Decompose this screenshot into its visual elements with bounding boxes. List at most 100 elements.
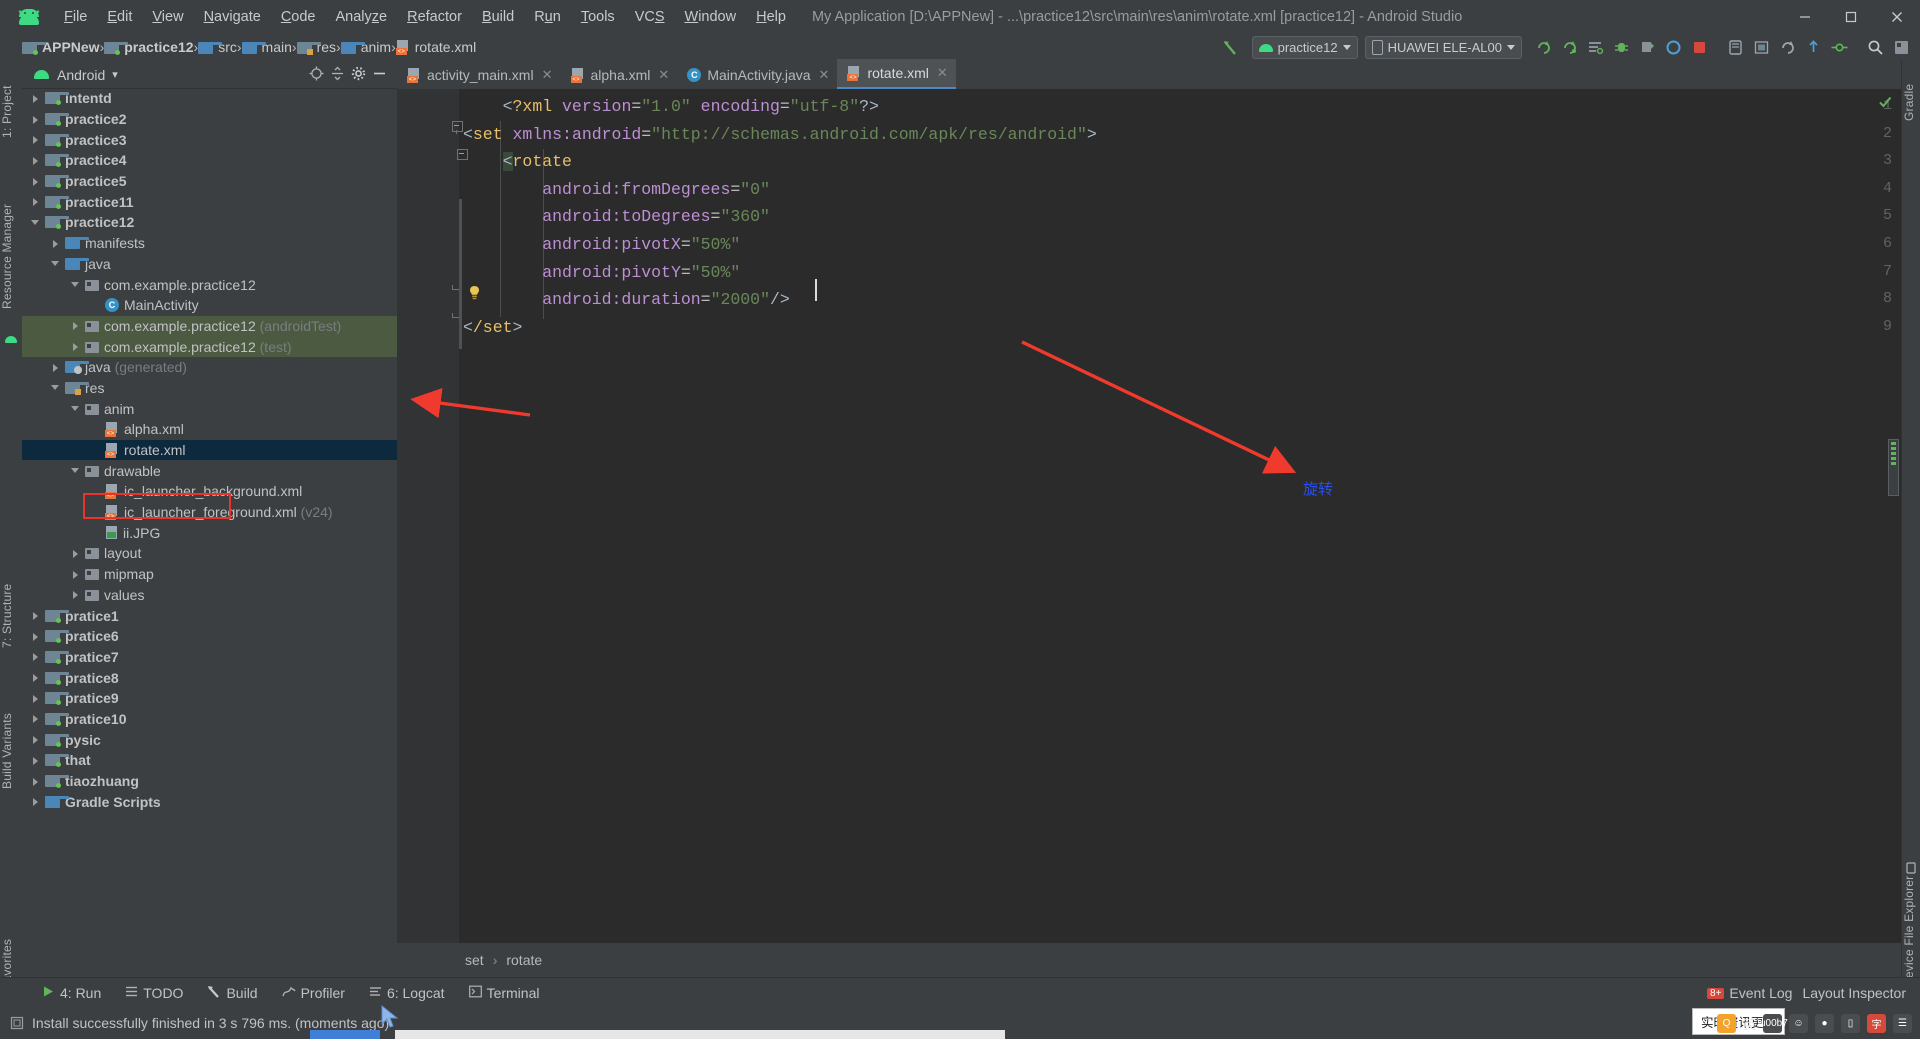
code-line-4[interactable]: android:fromDegrees="0" <box>459 176 1902 204</box>
rerun-icon[interactable] <box>1774 34 1800 60</box>
update-project-icon[interactable] <box>1800 34 1826 60</box>
tree-node-java[interactable]: java <box>22 254 397 275</box>
tree-node-gradle-scripts[interactable]: Gradle Scripts <box>22 791 397 812</box>
taskbar-active-window-indicator[interactable] <box>310 1030 380 1039</box>
tree-node-res[interactable]: res <box>22 378 397 399</box>
chevron-right-icon[interactable] <box>30 134 41 145</box>
bottom-item-todo[interactable]: TODO <box>113 985 195 1001</box>
tree-node-pratice6[interactable]: pratice6 <box>22 626 397 647</box>
chevron-right-icon[interactable] <box>30 796 41 807</box>
tree-node-mipmap[interactable]: mipmap <box>22 564 397 585</box>
editor-tab-activity-main-xml[interactable]: <> activity_main.xml ✕ <box>397 61 561 89</box>
chevron-down-icon[interactable] <box>1507 44 1515 50</box>
stop-icon[interactable] <box>1686 34 1712 60</box>
tree-node-ic-launcher-foreground-xml[interactable]: <> ic_launcher_foreground.xml (v24) <box>22 502 397 523</box>
tree-node-ii-jpg[interactable]: ii.JPG <box>22 522 397 543</box>
maximize-button[interactable] <box>1828 0 1874 33</box>
code-lines[interactable]: <?xml version="1.0" encoding="utf-8"?> <s… <box>459 89 1902 943</box>
tree-node-that[interactable]: that <box>22 750 397 771</box>
code-line-7[interactable]: android:pivotY="50%" <box>459 259 1902 287</box>
tree-node-alpha-xml[interactable]: <> alpha.xml <box>22 419 397 440</box>
menu-item-code[interactable]: Code <box>271 7 326 27</box>
bottom-item-build[interactable]: Build <box>195 985 269 1002</box>
code-line-3[interactable]: <rotate <box>459 148 1902 176</box>
chevron-down-icon[interactable] <box>70 279 81 290</box>
breadcrumb-item-src[interactable]: src <box>198 39 237 55</box>
tree-node-pratice8[interactable]: pratice8 <box>22 667 397 688</box>
bottom-item-profiler[interactable]: Profiler <box>270 985 357 1002</box>
tree-node-mainactivity[interactable]: C MainActivity <box>22 295 397 316</box>
chevron-right-icon[interactable] <box>50 238 61 249</box>
breadcrumb-set[interactable]: set <box>465 952 484 968</box>
chevron-right-icon[interactable] <box>30 93 41 104</box>
run-configuration-selector[interactable]: practice12 <box>1251 35 1358 59</box>
translate-icon[interactable]: 字 <box>1867 1013 1886 1033</box>
layout-inspector-icon[interactable] <box>1748 34 1774 60</box>
tree-node-pysic[interactable]: pysic <box>22 729 397 750</box>
sdk-manager-icon[interactable] <box>1608 34 1634 60</box>
more-tray-icon[interactable]: ☰ <box>1893 1013 1912 1033</box>
menu-item-run[interactable]: Run <box>524 7 571 27</box>
sync-gradle-icon[interactable] <box>1556 34 1582 60</box>
system-tray[interactable]: Q 英 \u00b7 ☺ ● ▯ 字 ☰ <box>1716 1007 1920 1039</box>
bottom-item-logcat[interactable]: 6: Logcat <box>357 985 457 1001</box>
breadcrumb-item-practice12[interactable]: practice12 <box>104 39 194 55</box>
chevron-right-icon[interactable] <box>70 341 81 352</box>
editor-minimap-thumb[interactable] <box>1888 439 1899 496</box>
tree-node-com-example-practice12[interactable]: com.example.practice12 <box>22 274 397 295</box>
menu-item-file[interactable]: File <box>54 7 97 27</box>
menu-item-navigate[interactable]: Navigate <box>194 7 271 27</box>
code-line-2[interactable]: <set xmlns:android="http://schemas.andro… <box>459 121 1902 149</box>
window-controls[interactable] <box>1782 0 1920 33</box>
editor-tab-alpha-xml[interactable]: <> alpha.xml ✕ <box>560 61 678 89</box>
chevron-right-icon[interactable] <box>30 631 41 642</box>
chevron-right-icon[interactable] <box>70 548 81 559</box>
breadcrumb-rotate[interactable]: rotate <box>506 952 542 968</box>
breadcrumb-item-anim[interactable]: anim <box>340 39 391 55</box>
right-tool-window-strip[interactable]: Gradle Device File Explorer <box>1901 61 1920 987</box>
search-everywhere-icon[interactable] <box>1862 34 1888 60</box>
editor-tab-rotate-xml[interactable]: <> rotate.xml ✕ <box>837 59 956 89</box>
chevron-down-icon[interactable] <box>70 403 81 414</box>
chevron-right-icon[interactable] <box>30 155 41 166</box>
close-icon[interactable]: ✕ <box>937 65 948 81</box>
strip-item-structure[interactable]: 7: Structure <box>0 561 22 671</box>
tree-node-layout[interactable]: layout <box>22 543 397 564</box>
chevron-down-icon[interactable] <box>50 258 61 269</box>
qq-icon[interactable]: Q <box>1716 1013 1736 1033</box>
close-icon[interactable]: ✕ <box>819 67 830 83</box>
minimize-button[interactable] <box>1782 0 1828 33</box>
strip-item-build-variants[interactable]: Build Variants <box>0 691 22 811</box>
gear-icon[interactable] <box>351 66 366 84</box>
chevron-right-icon[interactable] <box>30 776 41 787</box>
ime-settings-icon[interactable]: \u00b7 <box>1757 1013 1788 1033</box>
chevron-right-icon[interactable] <box>30 176 41 187</box>
menu-item-refactor[interactable]: Refactor <box>397 7 472 27</box>
chevron-right-icon[interactable] <box>50 362 61 373</box>
chevron-down-icon[interactable] <box>30 217 41 228</box>
code-line-1[interactable]: <?xml version="1.0" encoding="utf-8"?> <box>459 93 1902 121</box>
breadcrumb-item-rotate-xml[interactable]: <> rotate.xml <box>395 39 476 55</box>
commit-icon[interactable] <box>1826 34 1852 60</box>
menu-item-tools[interactable]: Tools <box>571 7 625 27</box>
breadcrumb-item-appnew[interactable]: APPNew <box>22 39 100 55</box>
close-icon[interactable]: ✕ <box>542 67 553 83</box>
keyboard-icon[interactable]: ▯ <box>1841 1013 1860 1033</box>
chevron-right-icon[interactable] <box>70 569 81 580</box>
main-toolbar[interactable]: practice12 HUAWEI ELE-AL00 <box>1218 33 1920 61</box>
chevron-down-icon[interactable] <box>50 382 61 393</box>
tree-node-anim[interactable]: anim <box>22 398 397 419</box>
mic-icon[interactable]: ● <box>1815 1013 1834 1033</box>
bottom-item-run[interactable]: 4: Run <box>30 985 113 1001</box>
tree-node-tiaozhuang[interactable]: tiaozhuang <box>22 771 397 792</box>
tree-node-practice3[interactable]: practice3 <box>22 129 397 150</box>
avd-manager-icon[interactable] <box>1582 34 1608 60</box>
tree-node-pratice1[interactable]: pratice1 <box>22 605 397 626</box>
tree-node-values[interactable]: values <box>22 585 397 606</box>
tree-node-practice5[interactable]: practice5 <box>22 171 397 192</box>
chevron-down-icon[interactable] <box>1342 44 1351 50</box>
code-editor[interactable]: 123456789 <?xml version="1.0" encoding="… <box>397 89 1902 943</box>
tree-node-pratice10[interactable]: pratice10 <box>22 709 397 730</box>
build-hammer-icon[interactable] <box>1218 34 1244 60</box>
tree-node-com-example-practice12[interactable]: com.example.practice12 (test) <box>22 336 397 357</box>
